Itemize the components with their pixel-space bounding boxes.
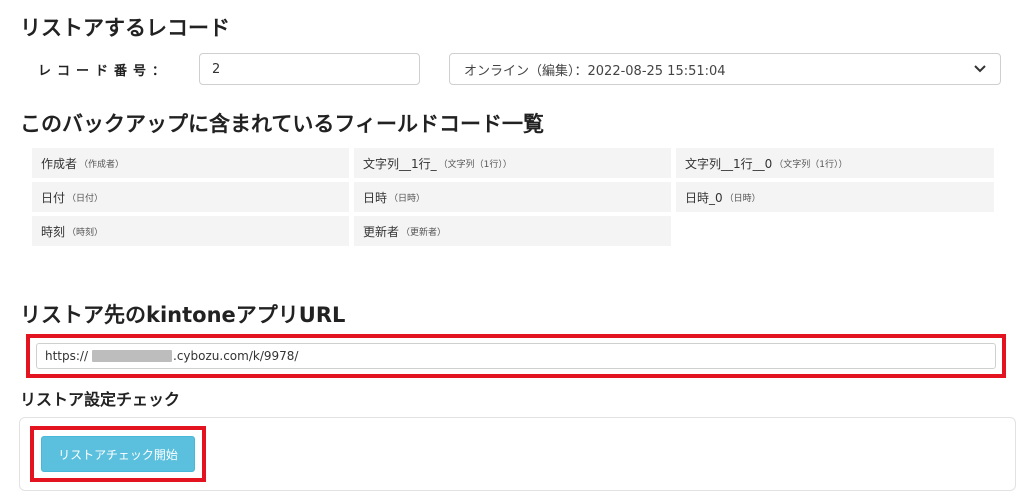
url-suffix: .cybozu.com/k/9978/ — [173, 349, 299, 363]
field-type: （作成者） — [79, 159, 125, 170]
field-type: （時刻） — [67, 227, 104, 238]
redacted-subdomain — [92, 350, 173, 362]
field-code: 更新者 — [363, 224, 400, 239]
chevron-down-icon — [974, 62, 986, 77]
field-code: 作成者 — [41, 156, 78, 171]
restore-record-heading: リストアするレコード — [20, 16, 230, 40]
field-cell: 文字列__1行__0 （文字列（1行）） — [676, 148, 994, 178]
field-type: （更新者） — [401, 227, 447, 238]
field-cell: 日時 （日時） — [354, 182, 671, 212]
field-type: （日時） — [389, 193, 426, 204]
start-restore-check-button[interactable]: リストアチェック開始 — [41, 436, 195, 472]
button-highlight-frame: リストアチェック開始 — [30, 426, 206, 482]
field-code: 日時_0 — [685, 190, 723, 205]
field-code-grid: 作成者 （作成者） 文字列__1行_ （文字列（1行）） 文字列__1行__0 （文字… — [32, 148, 994, 246]
record-number-label: レコード番号： — [38, 64, 172, 79]
record-number-value: 2 — [212, 61, 221, 77]
destination-url-heading: リストア先のkintoneアプリURL — [20, 303, 346, 327]
field-type: （日時） — [724, 193, 761, 204]
restore-check-heading: リストア設定チェック — [20, 390, 181, 409]
field-code: 文字列__1行_ — [363, 156, 437, 171]
field-type: （文字列（1行）） — [438, 159, 512, 170]
field-cell: 作成者 （作成者） — [32, 148, 349, 178]
field-cell: 文字列__1行_ （文字列（1行）） — [354, 148, 671, 178]
field-cell: 日時_0 （日時） — [676, 182, 994, 212]
field-type: （日付） — [67, 193, 104, 204]
record-number-input[interactable]: 2 — [199, 53, 420, 85]
backup-version-selected: オンライン（編集）：2022-08-25 15:51:04 — [464, 63, 726, 79]
field-cell: 更新者 （更新者） — [354, 216, 671, 246]
field-code: 日付 — [41, 190, 66, 205]
field-code: 日時 — [363, 190, 388, 205]
destination-url-input[interactable]: https:// .cybozu.com/k/9978/ — [36, 343, 996, 369]
field-code: 文字列__1行__0 — [685, 156, 773, 171]
url-highlight-frame: https:// .cybozu.com/k/9978/ — [26, 334, 1006, 378]
backup-version-select[interactable]: オンライン（編集）：2022-08-25 15:51:04 — [449, 53, 1001, 85]
field-type: （文字列（1行）） — [774, 159, 848, 170]
url-prefix: https:// — [45, 349, 89, 363]
field-code-list-heading: このバックアップに含まれているフィールドコード一覧 — [20, 112, 544, 136]
field-code: 時刻 — [41, 224, 66, 239]
field-cell: 日付 （日付） — [32, 182, 349, 212]
field-cell: 時刻 （時刻） — [32, 216, 349, 246]
